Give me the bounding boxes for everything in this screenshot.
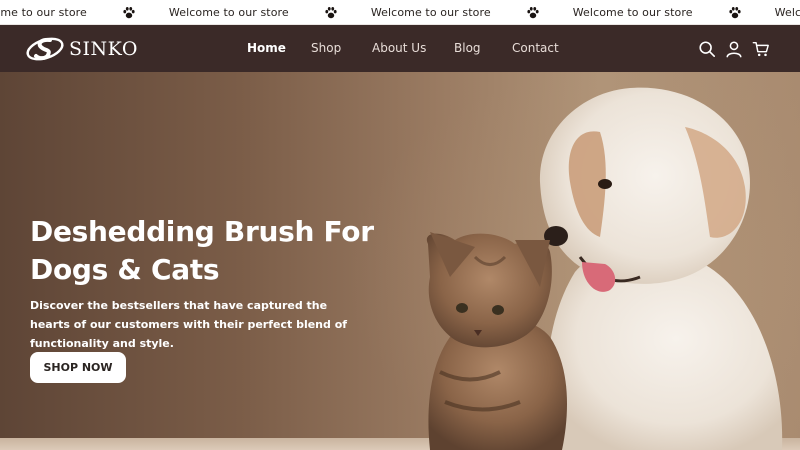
announcement-bar: Welcome to our store Welcome to our stor…: [0, 0, 800, 25]
account-icon[interactable]: [725, 40, 743, 58]
announcement-item: Welcome to our store: [371, 6, 573, 20]
paw-icon: [325, 6, 337, 18]
hero-image-dog-and-cat: [426, 87, 783, 450]
hero-title: Deshedding Brush For Dogs & Cats: [30, 215, 374, 286]
announcement-text: Welcome to our store: [370, 6, 491, 19]
hero-description: Discover the bestsellers that have captu…: [30, 299, 348, 350]
main-nav: Home Shop About Us Blog Contact: [0, 25, 800, 72]
announcement-item: Welcome to our store: [169, 6, 371, 20]
paw-icon: [123, 6, 135, 18]
nav-home[interactable]: Home: [247, 41, 286, 55]
announcement-text: Welcome to our store: [168, 6, 289, 19]
announcement-item: Welcome to our store: [0, 6, 169, 20]
nav-shop[interactable]: Shop: [311, 41, 341, 55]
search-icon[interactable]: [698, 40, 716, 58]
hero-banner: Deshedding Brush For Dogs & Cats Discove…: [0, 72, 800, 450]
nav-about-us[interactable]: About Us: [372, 41, 426, 55]
announcement-text: Welcome to our store: [774, 6, 800, 19]
site-header: SINKO Home Shop About Us Blog Contact: [0, 25, 800, 72]
paw-icon: [527, 6, 539, 18]
shop-now-button[interactable]: SHOP NOW: [30, 352, 126, 383]
nav-blog[interactable]: Blog: [454, 41, 481, 55]
announcement-item: Welcome to our store: [573, 6, 775, 20]
announcement-track: Welcome to our store Welcome to our stor…: [0, 0, 800, 24]
announcement-text: Welcome to our store: [572, 6, 693, 19]
nav-contact[interactable]: Contact: [512, 41, 559, 55]
announcement-text: Welcome to our store: [0, 6, 87, 19]
announcement-item: Welcome to our store: [775, 6, 800, 20]
cart-icon[interactable]: [752, 40, 770, 58]
paw-icon: [729, 6, 741, 18]
